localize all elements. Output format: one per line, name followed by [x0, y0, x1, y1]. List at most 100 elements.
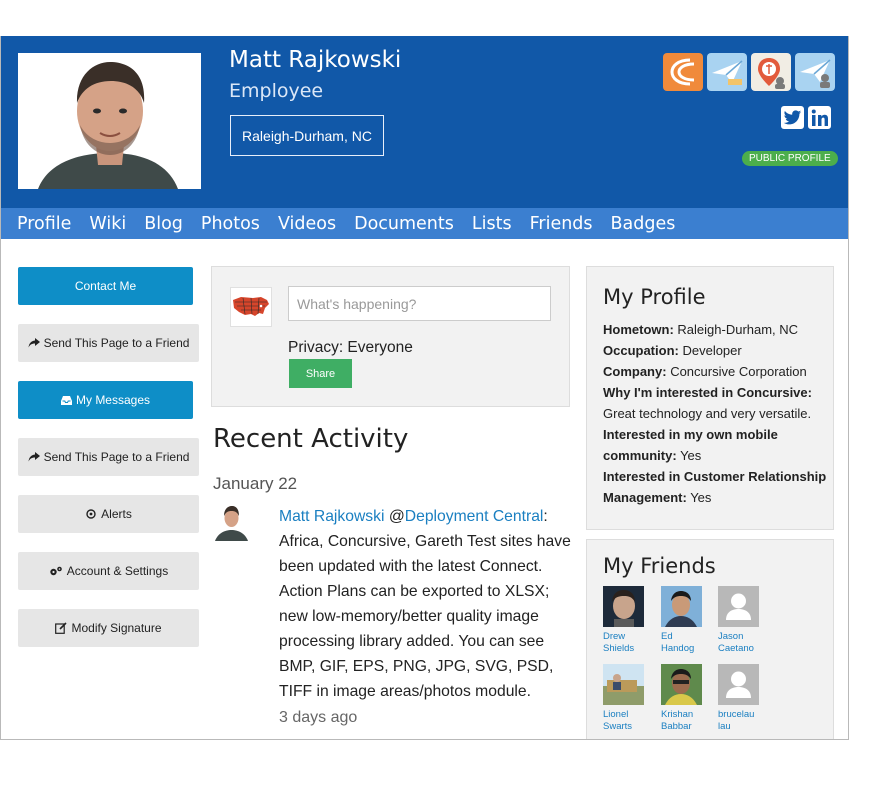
friend-last-name: Babbar [661, 721, 692, 732]
my-friends-title: My Friends [603, 554, 716, 578]
friend-item[interactable]: Krishan Babbar [661, 664, 713, 733]
nav-lists[interactable]: Lists [472, 214, 512, 234]
alerts-label: Alerts [101, 507, 132, 521]
privacy-setting[interactable]: Privacy: Everyone [288, 339, 413, 357]
contact-me-label: Contact Me [74, 279, 137, 293]
send-page-to-friend-button[interactable]: Send This Page to a Friend [18, 324, 199, 362]
my-friends-card: My Friends Drew Shields Ed Handog Jason … [586, 539, 834, 739]
activity-author-link[interactable]: Matt Rajkowski [279, 508, 384, 525]
crm-label: Interested in Customer Relationship Mana… [603, 469, 827, 505]
default-avatar-icon [718, 664, 759, 705]
profile-role: Employee [229, 80, 324, 102]
nav-documents[interactable]: Documents [354, 214, 454, 234]
share-button[interactable]: Share [289, 359, 352, 388]
alerts-gear-icon [86, 509, 96, 519]
action-sidebar: Contact Me Send This Page to a Friend My… [18, 267, 199, 666]
why-value: Great technology and very versatile. [603, 406, 812, 421]
share-arrow-icon [28, 452, 40, 462]
my-messages-button[interactable]: My Messages [18, 381, 193, 419]
occupation-row: Occupation: Developer [603, 340, 829, 361]
modify-signature-button[interactable]: Modify Signature [18, 609, 199, 647]
twitter-icon[interactable] [781, 106, 804, 129]
friend-avatar [661, 664, 702, 705]
nav-profile[interactable]: Profile [17, 214, 71, 234]
company-value: Concursive Corporation [670, 364, 807, 379]
friend-first-name: Ed [661, 631, 673, 642]
activity-date: January 22 [213, 474, 298, 493]
gears-icon [50, 566, 62, 575]
company-row: Company: Concursive Corporation [603, 361, 829, 382]
send-page-label-2: Send This Page to a Friend [43, 450, 190, 464]
paper-plane-badge-icon[interactable] [707, 53, 747, 91]
occupation-value: Developer [682, 343, 742, 358]
my-messages-label: My Messages [75, 393, 151, 407]
usa-map-thumbnail [230, 287, 272, 327]
why-row: Why I'm interested in Concursive: Great … [603, 382, 829, 424]
public-profile-badge[interactable]: PUBLIC PROFILE [742, 151, 838, 166]
contact-me-button[interactable]: Contact Me [18, 267, 193, 305]
nav-videos[interactable]: Videos [278, 214, 336, 234]
social-links [781, 106, 831, 129]
profile-header: Matt Rajkowski Employee Raleigh-Durham, … [1, 36, 848, 208]
location-badge-icon[interactable] [751, 53, 791, 91]
friend-last-name: Handog [661, 643, 695, 654]
profile-photo-image [18, 53, 201, 189]
recent-activity-heading: Recent Activity [213, 424, 409, 454]
profile-details: Hometown: Raleigh-Durham, NC Occupation:… [603, 319, 829, 508]
linkedin-icon[interactable] [808, 106, 831, 129]
mobile-value: Yes [680, 448, 702, 463]
friend-item[interactable]: Drew Shields [603, 586, 655, 655]
hometown-value: Raleigh-Durham, NC [677, 322, 799, 337]
activity-target-link[interactable]: Deployment Central [405, 508, 544, 525]
company-label: Company: [603, 364, 667, 379]
activity-body: : Africa, Concursive, Gareth Test sites … [279, 508, 571, 700]
send-page-label: Send This Page to a Friend [43, 336, 190, 350]
friend-last-name: lau [718, 721, 731, 732]
hometown-row: Hometown: Raleigh-Durham, NC [603, 319, 829, 340]
mobile-row: Interested in my own mobile community: Y… [603, 424, 829, 466]
friend-last-name: Caetano [718, 643, 754, 654]
friend-avatar [603, 586, 644, 627]
profile-nav: Profile Wiki Blog Photos Videos Document… [1, 208, 848, 239]
nav-blog[interactable]: Blog [144, 214, 183, 234]
friend-avatar [661, 586, 702, 627]
activity-avatar[interactable] [213, 503, 250, 541]
friend-first-name: Lionel [603, 709, 629, 720]
badge-row [663, 53, 835, 91]
friend-first-name: Krishan [661, 709, 694, 720]
friend-item[interactable]: brucelau lau [718, 664, 770, 733]
occupation-label: Occupation: [603, 343, 679, 358]
friend-item[interactable]: Lionel Swarts [603, 664, 655, 733]
friend-avatar [603, 664, 644, 705]
nav-friends[interactable]: Friends [530, 214, 593, 234]
nav-photos[interactable]: Photos [201, 214, 260, 234]
profile-name: Matt Rajkowski [229, 47, 402, 73]
friend-last-name: Swarts [603, 721, 633, 732]
default-avatar-icon [718, 586, 759, 627]
activity-message: Matt Rajkowski @Deployment Central: Afri… [279, 504, 579, 704]
profile-photo[interactable] [18, 53, 201, 189]
friend-item[interactable]: Jason Caetano [718, 586, 770, 655]
send-page-to-friend-button-2[interactable]: Send This Page to a Friend [18, 438, 199, 476]
nav-wiki[interactable]: Wiki [89, 214, 126, 234]
friend-first-name: brucelau [718, 709, 755, 720]
activity-at-symbol: @ [388, 508, 405, 525]
paper-plane-user-badge-icon[interactable] [795, 53, 835, 91]
status-input[interactable] [288, 286, 551, 321]
hometown-label: Hometown: [603, 322, 674, 337]
alerts-button[interactable]: Alerts [18, 495, 199, 533]
share-arrow-icon [28, 338, 40, 348]
crm-row: Interested in Customer Relationship Mana… [603, 466, 829, 508]
modify-signature-label: Modify Signature [71, 621, 162, 635]
friend-first-name: Drew [603, 631, 626, 642]
concursive-badge-icon[interactable] [663, 53, 703, 91]
account-settings-label: Account & Settings [66, 564, 169, 578]
nav-badges[interactable]: Badges [611, 214, 676, 234]
my-profile-card: My Profile Hometown: Raleigh-Durham, NC … [586, 266, 834, 530]
account-settings-button[interactable]: Account & Settings [18, 552, 199, 590]
location-button[interactable]: Raleigh-Durham, NC [230, 115, 384, 156]
activity-timestamp: 3 days ago [279, 709, 358, 726]
friend-last-name: Shields [603, 643, 635, 654]
friend-item[interactable]: Ed Handog [661, 586, 713, 655]
friend-first-name: Jason [718, 631, 744, 642]
